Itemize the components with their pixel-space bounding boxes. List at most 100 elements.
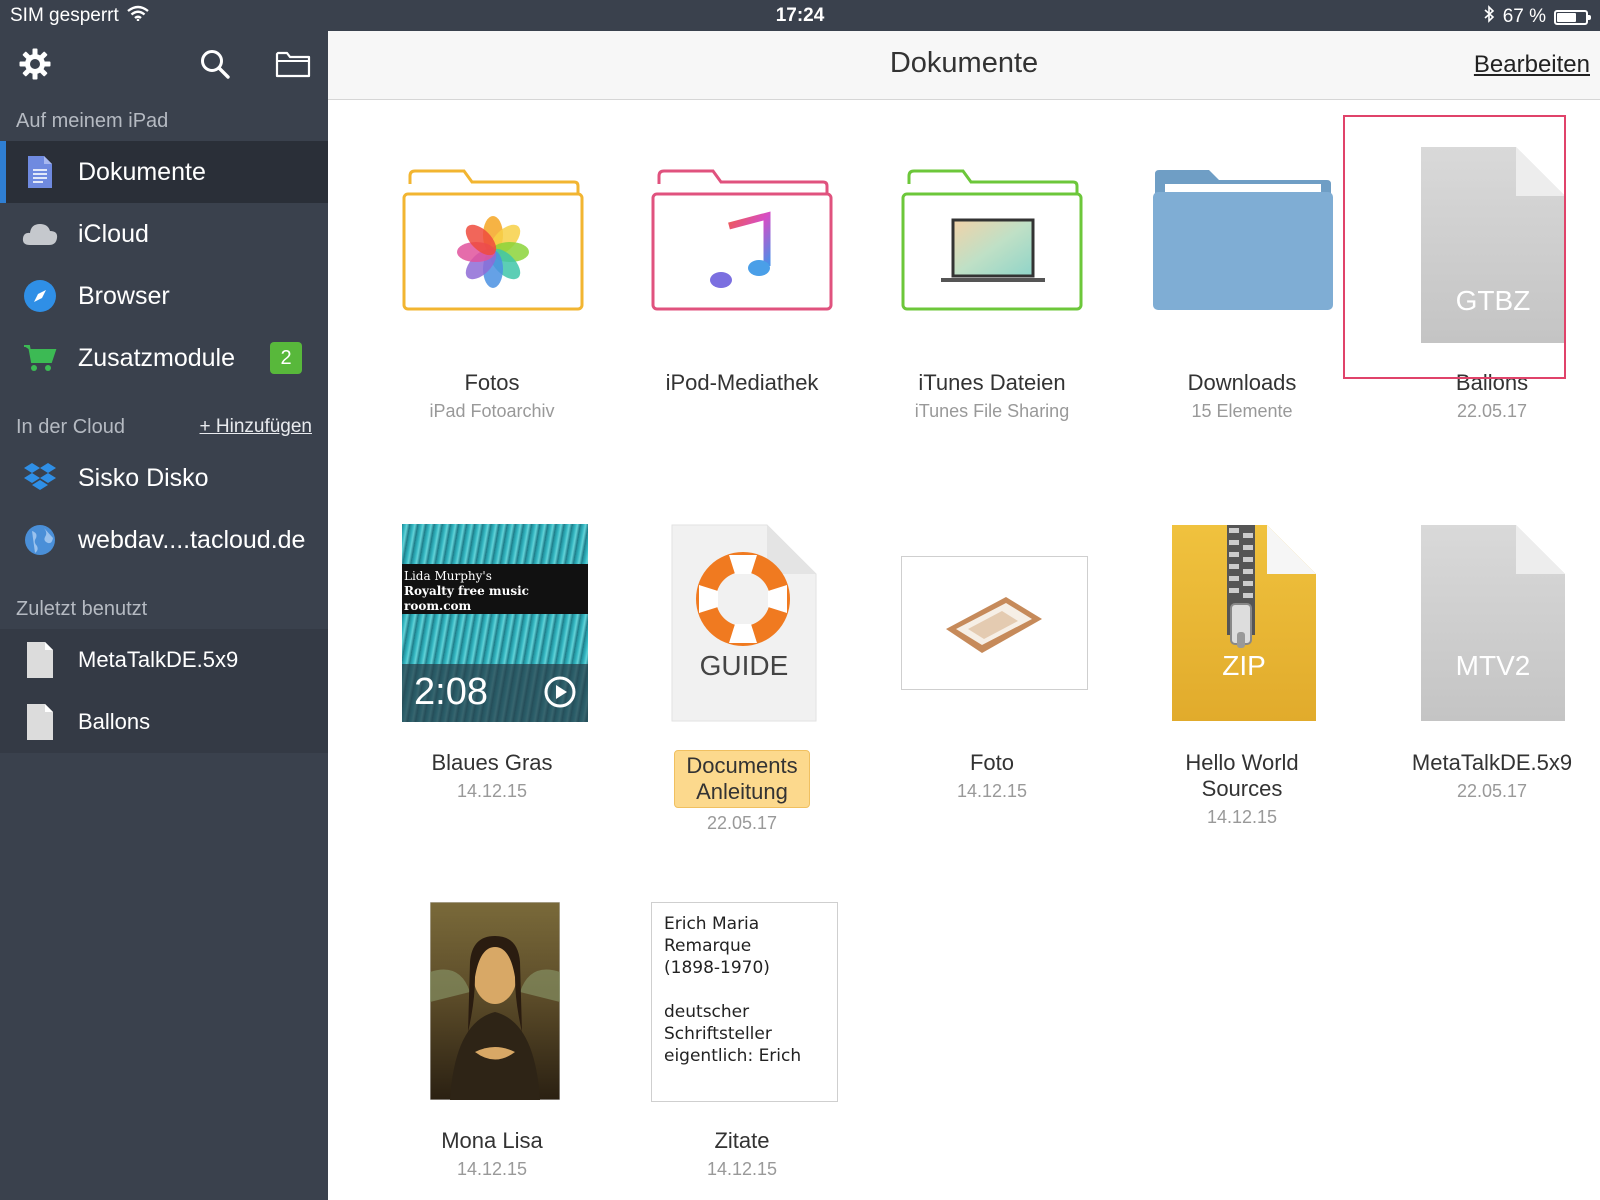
file-icon [20, 702, 60, 742]
file-item-zitate[interactable]: Erich Maria Remarque (1898-1970) deutsch… [617, 856, 867, 1182]
recent-item-metatalk[interactable]: MetaTalkDE.5x9 [0, 629, 328, 691]
file-name: Downloads [1187, 370, 1297, 395]
file-name: Blaues Gras [431, 750, 553, 775]
laptop-folder-icon [901, 169, 1083, 311]
open-folder-button[interactable] [274, 47, 312, 85]
guide-file-icon [671, 524, 817, 722]
cart-icon [20, 338, 60, 378]
file-subtitle: 15 Elemente [1191, 401, 1293, 421]
folder-icon [1153, 170, 1333, 310]
file-item-ballons[interactable]: GTBZ Ballons 22.05.17 [1367, 100, 1600, 424]
file-name: Fotos [464, 370, 520, 395]
sidebar-item-zusatzmodule[interactable]: Zusatzmodule 2 [0, 327, 328, 389]
cloud-icon [20, 214, 60, 254]
dropbox-icon [20, 458, 60, 498]
file-type-label: ZIP [1222, 650, 1266, 681]
section-on-ipad: Auf meinem iPad [16, 110, 169, 132]
file-name: Hello World Sources [1185, 750, 1299, 801]
file-name: Ballons [1455, 370, 1529, 395]
sidebar-item-browser[interactable]: Browser [0, 265, 328, 327]
file-item-hello-world-sources[interactable]: ZIP Hello World Sources 14.12.15 [1117, 478, 1367, 830]
file-subtitle: 22.05.17 [706, 813, 778, 833]
file-subtitle: 22.05.17 [1456, 401, 1528, 421]
sidebar-item-label: Ballons [78, 709, 151, 734]
file-item-documents-anleitung[interactable]: GUIDE Documents Anleitung 22.05.17 [617, 478, 867, 836]
text-preview: Erich Maria Remarque (1898-1970) deutsch… [651, 902, 838, 1102]
section-in-cloud: In der Cloud + Hinzufügen [0, 407, 328, 447]
add-cloud-link[interactable]: + Hinzufügen [200, 407, 313, 447]
folder-icon [275, 49, 311, 84]
sidebar-item-label: Sisko Disko [78, 463, 209, 492]
painting-thumbnail [430, 902, 560, 1100]
file-item-metatalkde[interactable]: MTV2 MetaTalkDE.5x9 22.05.17 [1367, 478, 1600, 804]
file-item-downloads[interactable]: Downloads 15 Elemente [1117, 100, 1367, 424]
sidebar-item-webdav[interactable]: webdav....tacloud.de [0, 509, 328, 571]
file-item-blaues-gras[interactable]: Lida Murphy's Royalty free music room.co… [367, 478, 617, 804]
music-folder-icon [651, 169, 833, 311]
file-name: iPod-Mediathek [665, 370, 819, 395]
file-type-label: GTBZ [1455, 285, 1531, 316]
sidebar: Auf meinem iPad Dokumente iCloud Browser… [0, 31, 328, 1200]
file-type-label: GUIDE [699, 650, 789, 681]
play-icon [544, 676, 576, 708]
globe-icon [20, 520, 60, 560]
file-subtitle: iPad Fotoarchiv [429, 401, 555, 421]
thumbnail-title: Lida Murphy's [404, 569, 492, 583]
sidebar-item-label: MetaTalkDE.5x9 [78, 647, 239, 672]
file-item-foto[interactable]: Foto 14.12.15 [867, 478, 1117, 804]
edit-button[interactable]: Bearbeiten [1474, 51, 1590, 79]
file-subtitle: 14.12.15 [456, 1159, 528, 1179]
file-subtitle: 22.05.17 [1456, 781, 1528, 801]
file-item-ipod-mediathek[interactable]: iPod-Mediathek [617, 100, 867, 398]
file-item-itunes-dateien[interactable]: iTunes Dateien iTunes File Sharing [867, 100, 1117, 424]
sidebar-item-label: iCloud [78, 219, 149, 248]
search-icon [199, 48, 231, 85]
tablet-icon [946, 597, 1042, 653]
status-bar: SIM gesperrt 17:24 67 % [0, 0, 1600, 31]
sidebar-item-label: Dokumente [78, 157, 206, 186]
file-icon [20, 640, 60, 680]
file-subtitle: 14.12.15 [1206, 807, 1278, 827]
compass-icon [20, 276, 60, 316]
photo-thumbnail [901, 556, 1088, 690]
file-name: Foto [969, 750, 1015, 775]
settings-button[interactable] [16, 47, 54, 85]
gear-icon [18, 47, 52, 86]
photos-folder-icon [402, 169, 584, 311]
sidebar-item-dokumente[interactable]: Dokumente [0, 141, 328, 203]
section-recent: Zuletzt benutzt [16, 598, 148, 620]
text-preview-content: Erich Maria Remarque (1898-1970) deutsch… [664, 914, 802, 1066]
file-subtitle: iTunes File Sharing [914, 401, 1070, 421]
file-subtitle: 14.12.15 [456, 781, 528, 801]
file-name: iTunes Dateien [918, 370, 1066, 395]
thumbnail-subtitle: Royalty free music room.com [404, 584, 529, 613]
page-title: Dokumente [889, 47, 1039, 79]
file-type-label: MTV2 [1455, 650, 1531, 681]
file-subtitle: 14.12.15 [706, 1159, 778, 1179]
sidebar-item-label: Browser [78, 281, 170, 310]
video-thumbnail: Lida Murphy's Royalty free music room.co… [402, 524, 588, 722]
generic-file-icon [1421, 525, 1565, 721]
file-grid: Fotos iPad Fotoarchiv iPod-Mediathek iTu… [328, 100, 1600, 1200]
bluetooth-icon [1483, 5, 1495, 29]
content-header: Dokumente Bearbeiten [328, 31, 1600, 100]
search-button[interactable] [196, 47, 234, 85]
file-name: MetaTalkDE.5x9 [1411, 750, 1573, 775]
file-item-fotos[interactable]: Fotos iPad Fotoarchiv [367, 100, 617, 424]
sidebar-item-label: Zusatzmodule [78, 343, 236, 372]
sidebar-item-icloud[interactable]: iCloud [0, 203, 328, 265]
clock: 17:24 [775, 5, 825, 26]
section-in-cloud-label: In der Cloud [16, 416, 125, 438]
file-item-mona-lisa[interactable]: Mona Lisa 14.12.15 [367, 856, 617, 1182]
file-name: Documents Anleitung [674, 750, 810, 808]
sidebar-item-label: webdav....tacloud.de [78, 525, 306, 554]
file-name: Zitate [714, 1128, 770, 1153]
sidebar-toolbar [0, 31, 328, 101]
battery-icon [1554, 9, 1591, 25]
zip-file-icon [1172, 525, 1316, 721]
battery-percent: 67 % [1502, 6, 1546, 27]
recent-item-ballons[interactable]: Ballons [0, 691, 328, 753]
document-icon [20, 152, 60, 192]
file-subtitle: 14.12.15 [956, 781, 1028, 801]
sidebar-item-sisko-disko[interactable]: Sisko Disko [0, 447, 328, 509]
